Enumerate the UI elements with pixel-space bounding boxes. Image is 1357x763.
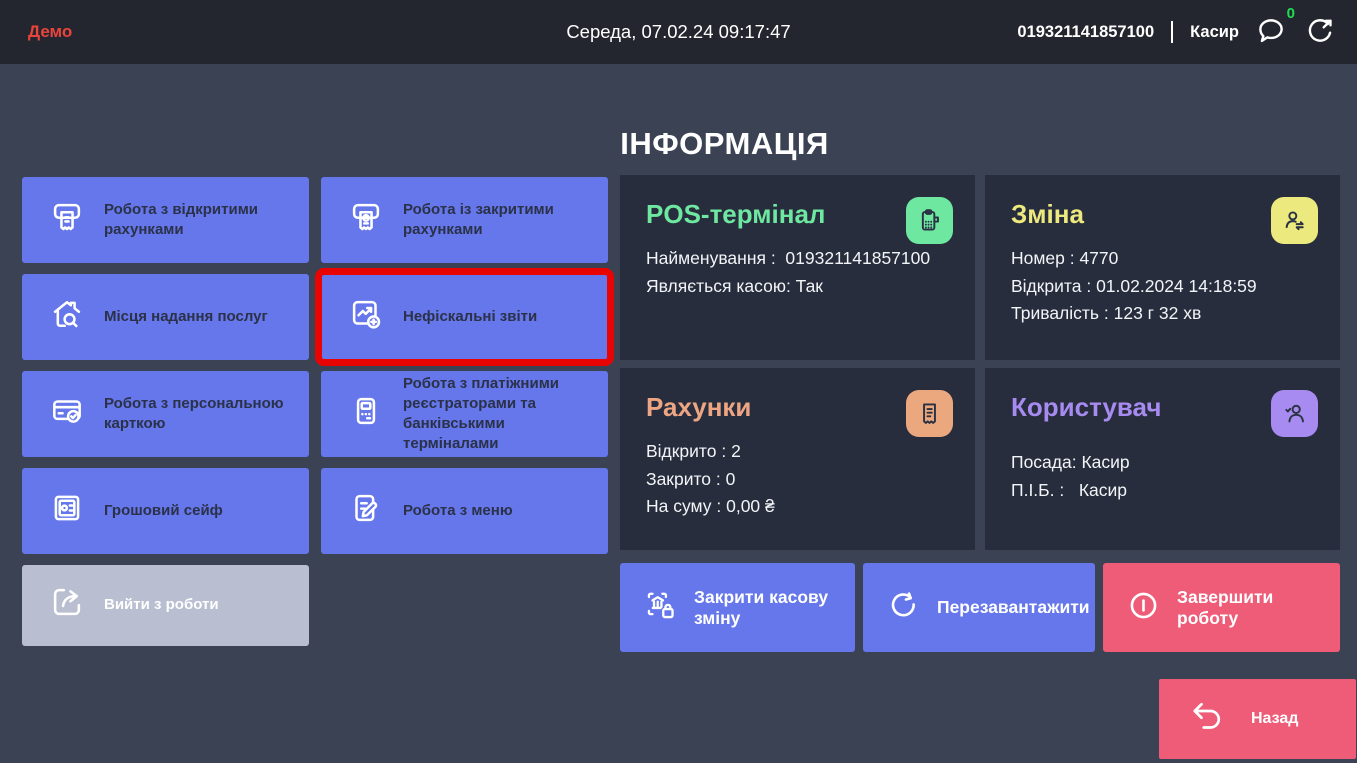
menu-item-nonfiscal-reports[interactable]: Нефіскальні звіти	[321, 274, 608, 360]
shift-number-line: Номер : 4770	[1011, 245, 1316, 273]
power-circle-icon	[1125, 587, 1162, 629]
chat-button[interactable]: 0	[1254, 14, 1288, 51]
menu-item-label: Місця надання послуг	[104, 307, 268, 327]
bank-lock-icon	[642, 587, 679, 629]
menu-item-service-places[interactable]: Місця надання послуг	[22, 274, 309, 360]
menu-item-label: Вийти з роботи	[104, 595, 219, 615]
chat-bubble-icon	[1254, 14, 1288, 51]
reload-button[interactable]: Перезавантажити	[863, 563, 1095, 652]
card-check-icon	[48, 392, 86, 436]
menu-item-closed-accounts[interactable]: Робота із закритими рахунками	[321, 177, 608, 263]
menu-item-label: Нефіскальні звіти	[403, 307, 537, 327]
page-title: ІНФОРМАЦІЯ	[46, 126, 1357, 162]
pos-is-cashdesk-line: Являється касою: Так	[646, 273, 951, 301]
finish-work-button[interactable]: Завершити роботу	[1103, 563, 1340, 652]
shift-card: Зміна Номер : 4770 Відкрита : 01.02.2024…	[985, 175, 1340, 360]
menu-item-personal-card[interactable]: Робота з персональною карткою	[22, 371, 309, 457]
pos-terminal-icon	[906, 197, 953, 244]
safe-icon	[48, 489, 86, 533]
house-search-icon	[48, 295, 86, 339]
menu-item-label: Робота з персональною карткою	[104, 394, 297, 435]
terminal-id-label: 019321141857100	[1017, 23, 1154, 42]
menu-item-label: Робота з меню	[403, 501, 513, 521]
refresh-icon	[885, 587, 922, 629]
menu-item-cash-safe[interactable]: Грошовий сейф	[22, 468, 309, 554]
pos-info-screen: Демо Середа, 07.02.24 09:17:47 019321141…	[0, 0, 1357, 763]
shift-opened-line: Відкрита : 01.02.2024 14:18:59	[1011, 273, 1316, 301]
receipt-printer-icon	[48, 198, 86, 242]
main-menu: Робота з відкритими рахунками Робота із …	[22, 177, 608, 646]
menu-item-payment-registrars[interactable]: Робота з платіжними реєстраторами та бан…	[321, 371, 608, 457]
menu-item-open-accounts[interactable]: Робота з відкритими рахунками	[22, 177, 309, 263]
user-card: Користувач Посада: Касир П.І.Б. : Касир	[985, 368, 1340, 550]
accounts-sum-line: На суму : 0,00 ₴	[646, 493, 951, 521]
back-button[interactable]: Назад	[1159, 679, 1356, 759]
chat-unread-badge: 0	[1287, 5, 1295, 22]
pos-name-line: Найменування : 019321141857100	[646, 245, 951, 273]
menu-item-label: Робота з платіжними реєстраторами та бан…	[403, 374, 596, 455]
info-cards: POS-термінал Найменування : 019321141857…	[620, 175, 1340, 550]
menu-item-label: Робота із закритими рахунками	[403, 200, 596, 241]
pos-terminal-card: POS-термінал Найменування : 019321141857…	[620, 175, 975, 360]
user-check-icon	[1271, 390, 1318, 437]
receipt-printer-icon	[347, 198, 385, 242]
chart-plus-icon	[347, 295, 385, 339]
action-label: Перезавантажити	[937, 597, 1090, 618]
action-label: Завершити роботу	[1177, 587, 1332, 629]
payment-terminal-icon	[347, 392, 385, 436]
accounts-card: Рахунки Відкрито : 2 Закрито : 0 На суму…	[620, 368, 975, 550]
exit-arrow-icon	[48, 583, 86, 627]
accounts-open-line: Відкрито : 2	[646, 438, 951, 466]
accounts-closed-line: Закрито : 0	[646, 466, 951, 494]
menu-item-label: Робота з відкритими рахунками	[104, 200, 297, 241]
menu-item-label: Грошовий сейф	[104, 501, 223, 521]
user-name-label: Касир	[1190, 23, 1239, 42]
action-label: Назад	[1251, 710, 1298, 728]
sync-button[interactable]	[1303, 14, 1337, 51]
menu-item-exit-work: Вийти з роботи	[22, 565, 309, 646]
menu-item-menu-management[interactable]: Робота з меню	[321, 468, 608, 554]
top-bar: Демо Середа, 07.02.24 09:17:47 019321141…	[0, 0, 1357, 64]
user-position-line: Посада: Касир	[1011, 449, 1316, 477]
separator	[1171, 21, 1173, 43]
shift-duration-line: Тривалість : 123 г 32 хв	[1011, 300, 1316, 328]
sync-refresh-icon	[1303, 14, 1337, 51]
topbar-right-cluster: 019321141857100 Касир 0	[1017, 14, 1337, 51]
action-label: Закрити касову зміну	[694, 587, 847, 629]
document-edit-icon	[347, 489, 385, 533]
undo-arrow-icon	[1185, 699, 1227, 740]
user-fullname-line: П.І.Б. : Касир	[1011, 477, 1316, 505]
receipt-list-icon	[906, 390, 953, 437]
shift-change-icon	[1271, 197, 1318, 244]
close-cash-shift-button[interactable]: Закрити касову зміну	[620, 563, 855, 652]
